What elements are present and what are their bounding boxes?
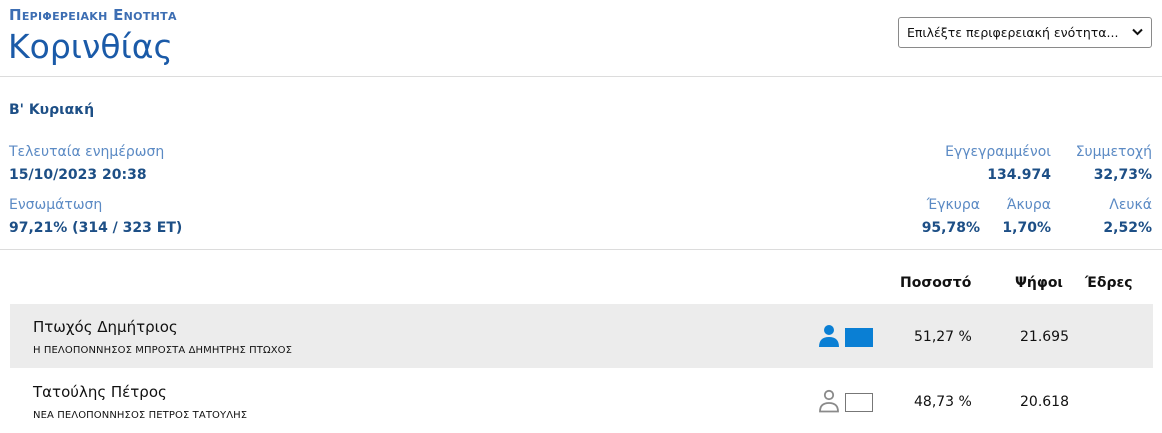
invalid-label: Άκυρα <box>1006 197 1051 213</box>
integration-value: 97,21% (314 / 323 ΕΤ) <box>9 220 183 236</box>
last-update-value: 15/10/2023 20:38 <box>9 167 147 183</box>
candidate-name: Τατούλης Πέτρος <box>33 383 167 401</box>
person-outline-icon <box>819 389 839 413</box>
table-row: Πτωχός Δημήτριος Η ΠΕΛΟΠΟΝΝΗΣΟΣ ΜΠΡΟΣΤΑ … <box>10 304 1153 368</box>
candidate-votes: 20.618 <box>1020 394 1069 410</box>
blank-label: Λευκά <box>1109 197 1152 213</box>
turnout-value: 32,73% <box>1093 167 1152 183</box>
turnout-label: Συμμετοχή <box>1075 144 1152 160</box>
page-title: Κορινθίας <box>8 27 173 66</box>
region-select[interactable]: Επιλέξτε περιφερειακή ενότητα... <box>898 17 1152 48</box>
candidate-percent: 51,27 % <box>914 329 972 345</box>
header-seats: Έδρες <box>1085 275 1133 291</box>
candidate-votes: 21.695 <box>1020 329 1069 345</box>
integration-label: Ενσωμάτωση <box>9 197 103 213</box>
blank-value: 2,52% <box>1103 220 1152 236</box>
last-update-label: Τελευταία ενημέρωση <box>9 144 165 160</box>
candidate-percent: 48,73 % <box>914 394 972 410</box>
registered-value: 134.974 <box>987 167 1051 183</box>
candidate-party: Η ΠΕΛΟΠΟΝΝΗΣΟΣ ΜΠΡΟΣΤΑ ΔΗΜΗΤΡΗΣ ΠΤΩΧΟΣ <box>33 345 293 356</box>
page-header: Περιφερειακη Ενοτητα Κορινθίας Επιλέξτε … <box>0 0 1162 77</box>
party-color-swatch <box>845 328 873 347</box>
person-filled-icon <box>819 325 839 347</box>
registered-label: Εγγεγραμμένοι <box>945 144 1051 160</box>
party-color-swatch <box>845 393 873 412</box>
valid-value: 95,78% <box>921 220 980 236</box>
invalid-value: 1,70% <box>1002 220 1051 236</box>
candidate-name: Πτωχός Δημήτριος <box>33 318 178 336</box>
header-percent: Ποσοστό <box>900 275 972 291</box>
candidate-party: ΝΕΑ ΠΕΛΟΠΟΝΝΗΣΟΣ ΠΕΤΡΟΣ ΤΑΤΟΥΛΗΣ <box>33 410 248 421</box>
round-label: Β' Κυριακή <box>9 102 95 118</box>
region-select-label: Επιλέξτε περιφερειακή ενότητα... <box>907 25 1119 40</box>
table-row: Τατούλης Πέτρος ΝΕΑ ΠΕΛΟΠΟΝΝΗΣΟΣ ΠΕΤΡΟΣ … <box>10 369 1153 433</box>
divider <box>0 249 1162 250</box>
chevron-down-icon <box>1132 26 1143 39</box>
region-kicker: Περιφερειακη Ενοτητα <box>9 6 177 24</box>
header-votes: Ψήφοι <box>1015 275 1063 291</box>
valid-label: Έγκυρα <box>926 197 980 213</box>
